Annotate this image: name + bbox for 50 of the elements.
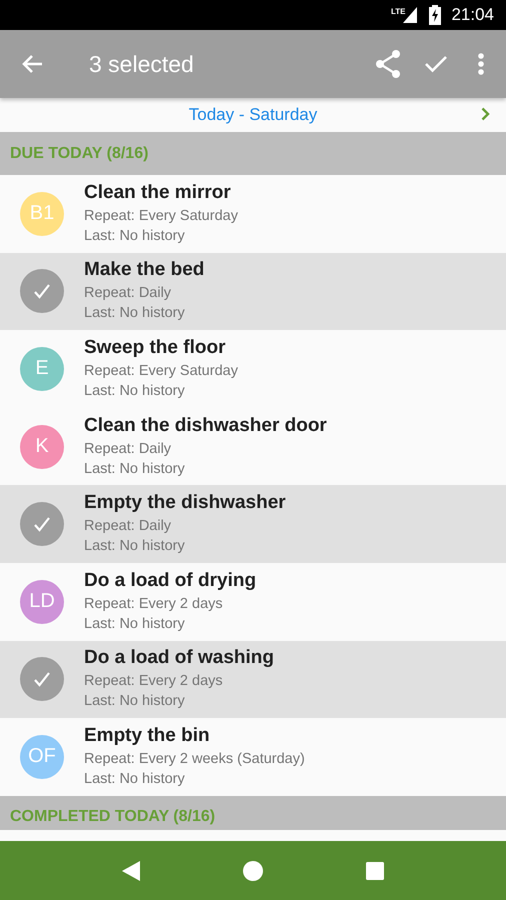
section-title: COMPLETED TODAY (8/16) <box>10 808 216 826</box>
triangle-back-icon <box>122 860 140 880</box>
battery-icon <box>429 5 442 25</box>
repeat-text: Repeat: Every 2 weeks (Saturday) <box>84 750 305 769</box>
share-icon <box>375 50 401 78</box>
check-icon <box>33 516 51 532</box>
toolbar-title: 3 selected <box>89 50 195 78</box>
clock-time: 21:04 <box>451 5 494 25</box>
square-icon <box>366 862 384 880</box>
task-name: Do a load of drying <box>84 570 256 592</box>
repeat-text: Repeat: Daily <box>84 517 172 536</box>
repeat-text: Repeat: Every Saturday <box>84 362 238 381</box>
date-label: Today - Saturday <box>188 105 318 125</box>
section-title: DUE TODAY (8/16) <box>10 144 148 162</box>
task-row[interactable]: Make the bed Repeat: Daily Last: No history <box>0 252 506 330</box>
repeat-text: Repeat: Every Saturday <box>84 206 238 226</box>
last-text: Last: No history <box>84 382 186 401</box>
initials-avatar: B1 <box>20 192 64 236</box>
last-text: Last: No history <box>84 226 186 246</box>
initials-avatar: K <box>20 424 64 469</box>
task-name: Empty the bin <box>84 724 211 747</box>
last-text: Last: No history <box>84 692 186 712</box>
repeat-text: Repeat: Every 2 days <box>84 594 224 614</box>
task-name: Sweep the floor <box>84 336 226 359</box>
chevron-right-icon <box>481 107 490 121</box>
back-arrow-icon <box>21 54 43 74</box>
task-name: Empty the dishwasher <box>84 492 286 514</box>
task-name: Do a load of washing <box>84 647 274 670</box>
task-name: Clean the dishwasher door <box>84 414 327 437</box>
task-name: Make the bed <box>84 259 204 282</box>
check-icon <box>424 55 448 73</box>
last-text: Last: No history <box>84 770 186 789</box>
check-icon <box>33 671 51 688</box>
last-text: Last: No history <box>84 460 186 479</box>
check-icon <box>33 283 51 300</box>
initials-avatar: E <box>20 346 64 391</box>
last-text: Last: No history <box>84 614 186 634</box>
last-text: Last: No history <box>84 537 186 556</box>
repeat-text: Repeat: Daily <box>84 440 172 459</box>
last-text: Last: No history <box>84 304 186 324</box>
task-row[interactable]: Empty the dishwasher Repeat: Daily Last: No history <box>0 485 506 563</box>
repeat-text: Repeat: Daily <box>84 284 172 304</box>
task-row[interactable]: Do a load of washing Repeat: Every 2 days Last: No history <box>0 640 506 718</box>
repeat-text: Repeat: Every 2 days <box>84 672 224 692</box>
task-name: Clean the mirror <box>84 182 232 204</box>
network-label: LTE <box>390 7 406 16</box>
home-circle-icon <box>243 860 263 880</box>
initials-avatar: LD <box>20 580 64 624</box>
more-options-icon <box>478 53 484 75</box>
initials-avatar: OF <box>20 734 64 779</box>
